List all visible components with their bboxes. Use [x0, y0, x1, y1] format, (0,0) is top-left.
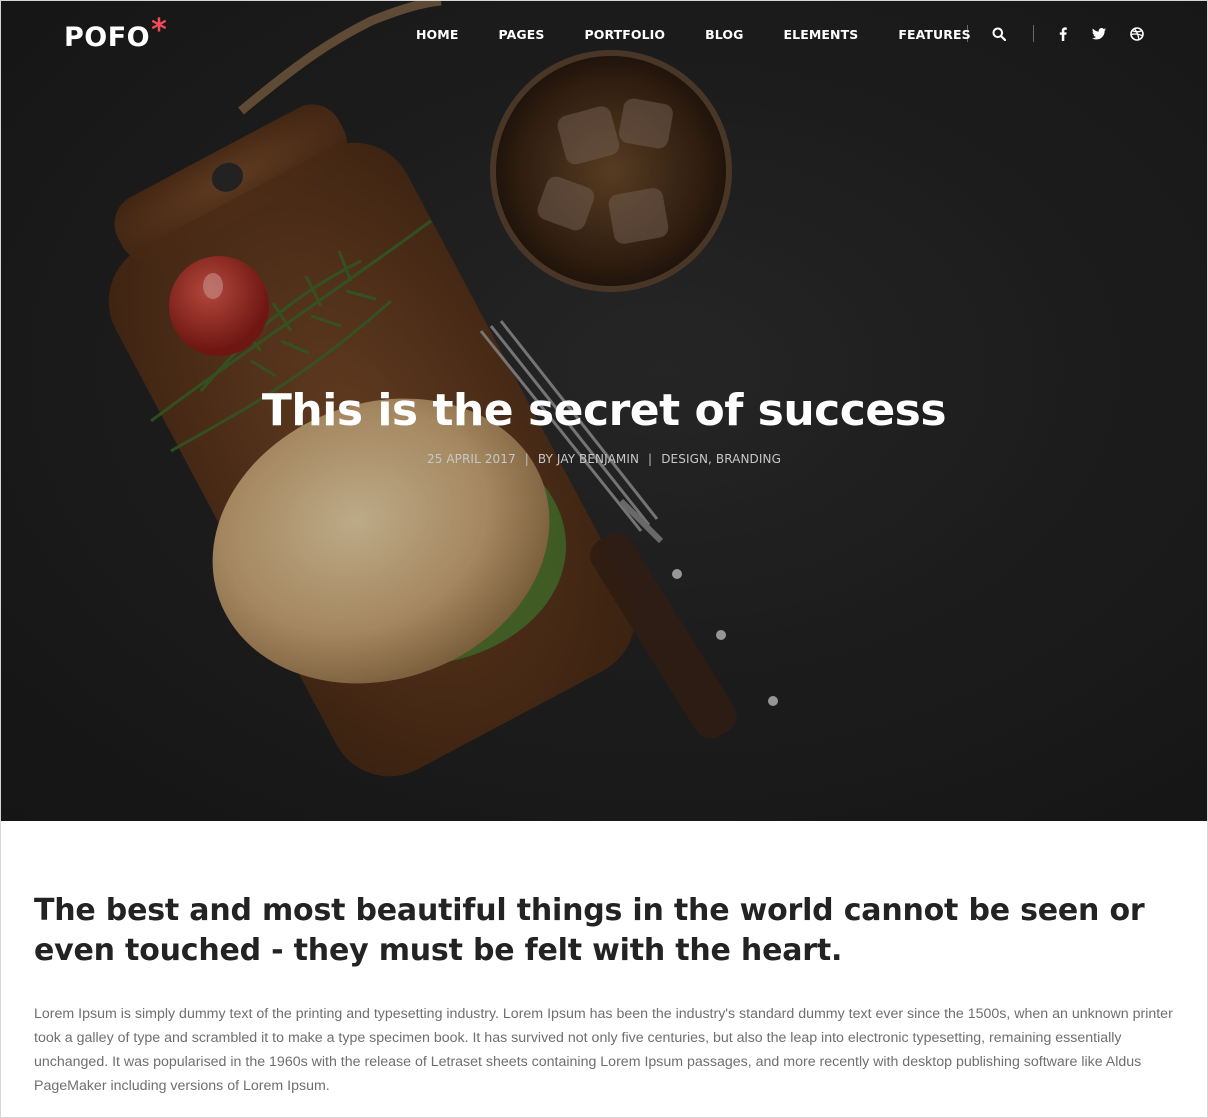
post-date: 25 APRIL 2017 [426, 452, 516, 466]
search-icon[interactable] [990, 25, 1008, 43]
nav-elements[interactable]: ELEMENTS [784, 27, 859, 42]
dribbble-icon[interactable] [1128, 25, 1146, 43]
meta-separator: | [648, 452, 653, 466]
article-lead-quote: The best and most beautiful things in th… [34, 893, 1145, 968]
main-nav: HOME PAGES PORTFOLIO BLOG ELEMENTS FEATU… [416, 27, 1011, 42]
nav-divider [967, 25, 968, 42]
meta-separator: | [524, 452, 529, 466]
post-title: This is the secret of success [261, 385, 947, 436]
nav-portfolio[interactable]: PORTFOLIO [584, 27, 665, 42]
post-categories-link[interactable]: DESIGN, BRANDING [661, 452, 781, 466]
header: POFO* HOME PAGES PORTFOLIO BLOG ELEMENTS… [1, 1, 1207, 69]
nav-home[interactable]: HOME [416, 27, 458, 42]
post-author-link[interactable]: BY JAY BENJAMIN [538, 452, 639, 466]
nav-features[interactable]: FEATURES [898, 27, 970, 42]
nav-divider [1033, 25, 1034, 42]
page: POFO* HOME PAGES PORTFOLIO BLOG ELEMENTS… [0, 0, 1208, 1118]
hero-section: POFO* HOME PAGES PORTFOLIO BLOG ELEMENTS… [1, 1, 1207, 821]
facebook-icon[interactable] [1054, 25, 1072, 43]
logo-text: POFO [64, 22, 151, 53]
article-content: The best and most beautiful things in th… [34, 891, 1179, 1098]
nav-pages[interactable]: PAGES [498, 27, 544, 42]
logo-mark: * [151, 13, 168, 48]
post-meta: 25 APRIL 2017 | BY JAY BENJAMIN | DESIGN, BR… [1, 452, 1207, 466]
nav-blog[interactable]: BLOG [705, 27, 743, 42]
twitter-icon[interactable] [1090, 25, 1108, 43]
logo[interactable]: POFO* [64, 13, 167, 54]
article-body-paragraph: Lorem Ipsum is simply dummy text of the … [34, 1006, 1173, 1094]
